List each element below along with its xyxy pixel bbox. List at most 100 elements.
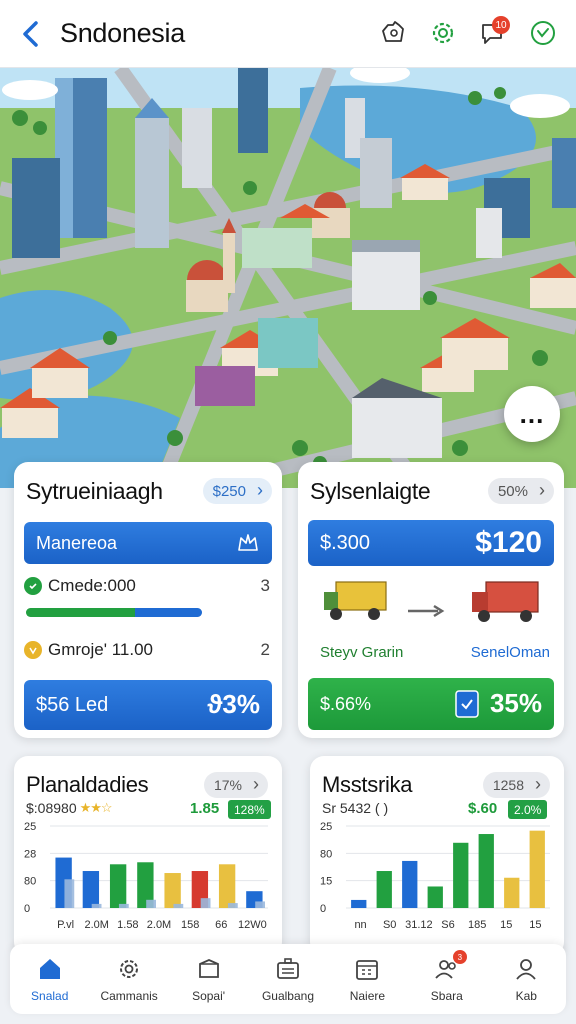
- row-label: Cmede:000: [48, 576, 136, 595]
- nav-item-naiere[interactable]: Naiere: [328, 944, 407, 1014]
- card-banner[interactable]: $.300 $120: [308, 520, 554, 566]
- y-tick-label: 0: [24, 903, 30, 915]
- row-count: 3: [260, 576, 270, 595]
- check-icon: [24, 577, 42, 595]
- crown-icon: [238, 534, 258, 551]
- nav-badge: 3: [452, 950, 467, 964]
- chart-bar-secondary: [227, 903, 238, 908]
- x-tick-label: 66: [215, 919, 227, 931]
- x-tick-label: 185: [468, 919, 486, 931]
- nav-item-snalad[interactable]: Snalad: [10, 944, 89, 1014]
- footer-label: $56 Led: [36, 693, 109, 716]
- truck-source-label: Steyv Grarin: [320, 644, 404, 661]
- chart-bar: [453, 842, 469, 908]
- nav-item-sbara[interactable]: Sbara 3: [407, 944, 486, 1014]
- nav-label: Sopai': [192, 989, 226, 1003]
- card-footer-button[interactable]: $56 Led ϑ3%: [24, 680, 272, 730]
- card-pill-button[interactable]: 50%: [487, 478, 554, 504]
- nav-label: Kab: [515, 989, 537, 1003]
- nav-label: Sbara: [430, 989, 463, 1003]
- card-title: Planaldadies: [26, 772, 149, 797]
- stat-number: $.60: [468, 800, 498, 817]
- bar-chart: 25 28 80 0 P.vl 2.0M 1.58 2.0M 158 66 12W0: [24, 822, 268, 931]
- row-label: Gmroje' 11.00: [48, 640, 153, 659]
- chart-card-right: Msstsrika 1258 Sr 5432 ( ) $.60 2.0% 25 8…: [310, 756, 564, 956]
- chart-bar-secondary: [91, 903, 102, 908]
- stat-chip: 128%: [228, 800, 271, 819]
- page-title: Sndonesia: [60, 18, 185, 48]
- x-tick-label: 2.0M: [84, 919, 108, 931]
- rating-stars: ★★☆: [79, 800, 113, 815]
- chart-bar-secondary: [146, 899, 157, 908]
- card-title: Sytrueiniaagh: [26, 478, 163, 504]
- x-tick-label: 15: [529, 919, 541, 931]
- x-tick-label: 2.0M: [147, 919, 171, 931]
- nav-label: Gualbang: [261, 989, 314, 1003]
- chat-bubble-button[interactable]: ...: [504, 386, 560, 442]
- chart-bar: [218, 864, 236, 908]
- card-title: Sylsenlaigte: [310, 478, 431, 504]
- gear-icon: [120, 960, 139, 978]
- chart-card-left: Planaldadies 17% $:08980 ★★☆ 1.85 128% 2…: [14, 756, 282, 956]
- box-icon: [198, 959, 219, 978]
- x-tick-label: 12W0: [238, 919, 267, 931]
- chart-bar-secondary: [118, 903, 129, 908]
- y-tick-label: 80: [320, 848, 332, 860]
- home-icon: [39, 959, 60, 979]
- card-pill-button[interactable]: $250: [202, 478, 272, 504]
- x-tick-label: 1.58: [117, 919, 138, 931]
- y-tick-label: 0: [320, 903, 326, 915]
- x-tick-label: S6: [441, 919, 454, 931]
- chart-bar: [529, 830, 545, 908]
- y-tick-label: 80: [24, 876, 36, 888]
- calendar-icon: [356, 960, 379, 980]
- stat-chip: 2.0%: [508, 800, 548, 819]
- stat-number: 1.85: [190, 800, 220, 817]
- coin-icon: [24, 641, 42, 659]
- app-header: Sndonesia 10: [0, 0, 576, 68]
- settings-gear-icon[interactable]: [428, 16, 458, 50]
- back-icon[interactable]: [20, 20, 42, 47]
- list-item[interactable]: Cmede:000 3: [24, 576, 270, 596]
- list-item[interactable]: Gmroje' 11.00 2: [24, 640, 270, 660]
- chart-subtitle: Sr 5432 ( ): [322, 800, 388, 816]
- bar-chart: 25 80 15 0 nn S0 31.12 S6 185 15 15: [320, 822, 550, 931]
- card-pill-button[interactable]: 17%: [203, 772, 268, 798]
- notification-badge: 10: [492, 16, 510, 34]
- banner-label: Manereoa: [36, 532, 118, 553]
- y-tick-label: 25: [320, 822, 332, 833]
- red-truck-icon: [472, 581, 539, 622]
- cart-icon[interactable]: [378, 16, 408, 50]
- card-banner[interactable]: Manereoa: [24, 522, 272, 564]
- chart-bar: [478, 834, 494, 908]
- nav-label: Naiere: [349, 989, 386, 1003]
- x-tick-label: 31.12: [405, 919, 433, 931]
- footer-value: 35%: [489, 688, 542, 718]
- banner-value: $120: [475, 526, 542, 559]
- nav-item-gualbang[interactable]: Gualbang: [248, 944, 327, 1014]
- chart-bar-secondary: [255, 901, 266, 908]
- banner-label: $.300: [320, 531, 371, 554]
- nav-label: Cammanis: [100, 989, 158, 1003]
- chart-bar: [109, 864, 127, 908]
- y-tick-label: 28: [24, 848, 36, 860]
- y-tick-label: 15: [320, 876, 332, 888]
- x-tick-label: 15: [500, 919, 512, 931]
- x-tick-label: P.vl: [57, 919, 74, 931]
- yellow-truck-icon: [324, 581, 387, 620]
- card-pill-button[interactable]: 1258: [482, 772, 550, 798]
- chart-bar: [82, 871, 100, 908]
- chart-bar-secondary: [173, 903, 184, 908]
- arrow-right-icon: [408, 604, 445, 618]
- card-title: Msstsrika: [322, 772, 413, 797]
- chart-bar-secondary: [64, 879, 75, 908]
- city-map-illustration[interactable]: ...: [0, 68, 576, 488]
- heart-check-icon[interactable]: [528, 16, 558, 50]
- nav-item-cammanis[interactable]: Cammanis: [89, 944, 168, 1014]
- truck-destination-label: SenelOman: [470, 644, 550, 661]
- notification-chat-icon[interactable]: 10: [478, 16, 510, 50]
- card-footer-button[interactable]: $.66% 35%: [308, 678, 554, 730]
- progress-green-fill: [26, 608, 136, 617]
- nav-item-sopai[interactable]: Sopai': [169, 944, 248, 1014]
- nav-item-kab[interactable]: Kab: [487, 944, 566, 1014]
